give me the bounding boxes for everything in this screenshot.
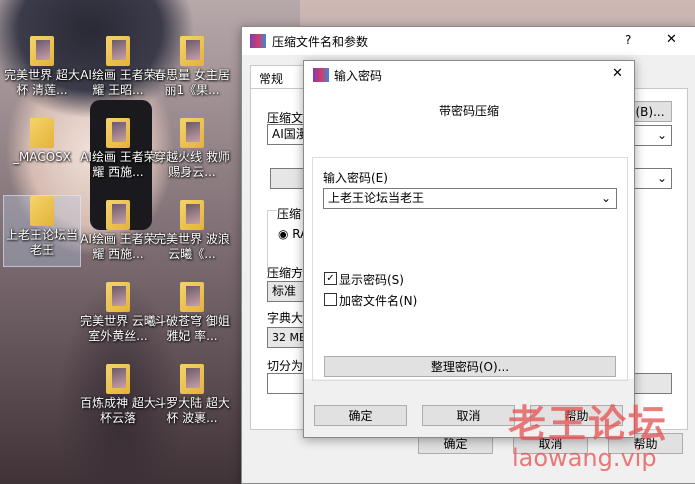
folder-icon (30, 36, 54, 66)
dictionary-label: 字典大 (267, 311, 304, 325)
desktop-icon-label: 完美世界 波浪 云曦《... (154, 232, 230, 261)
close-icon[interactable]: ✕ (612, 66, 623, 81)
archive-dialog-titlebar: 压缩文件名和参数 ? ✕ (242, 27, 695, 55)
desktop-icon-label: AI绘画 王者荣耀 西施... (80, 150, 156, 179)
desktop-icon-label: 完美世界 云曦 室外黄丝... (80, 314, 156, 343)
desktop-icon[interactable]: 斗罗大陆 超大杯 波裹... (154, 364, 230, 426)
archive-name-field[interactable]: AI国漫 (267, 124, 307, 145)
watermark-url: laowang.vip (512, 444, 657, 472)
desktop-icon-label: 完美世界 超大杯 清莲... (4, 68, 80, 97)
folder-icon (106, 118, 130, 148)
folder-icon (30, 118, 54, 148)
encrypt-names-checkbox[interactable] (324, 293, 337, 306)
chevron-down-icon[interactable]: ⌄ (601, 189, 611, 208)
method-label: 压缩方 (267, 266, 304, 280)
dictionary-dropdown[interactable]: 32 MB (267, 327, 307, 348)
desktop-icon[interactable]: 完美世界 云曦 室外黄丝... (80, 282, 156, 344)
desktop-icon-label: 春思量 女主居丽1《果... (154, 68, 230, 97)
format-label: 压缩 (277, 205, 302, 222)
password-heading: 带密码压缩 (438, 104, 499, 118)
password-dialog-titlebar: 输入密码 ✕ (304, 61, 634, 89)
folder-icon (106, 200, 130, 230)
winrar-icon (313, 68, 329, 82)
show-password-label[interactable]: 显示密码(S) (339, 271, 404, 288)
enter-password-label: 输入密码(E) (323, 171, 388, 185)
split-field[interactable] (267, 373, 307, 394)
close-icon[interactable]: ✕ (666, 32, 677, 47)
desktop-icon-selected[interactable]: 上老王论坛当老王 (3, 195, 81, 267)
password-input[interactable]: 上老王论坛当老王 ⌄ (323, 188, 617, 209)
desktop-icon-label: 斗破苍穹 御姐 雅妃 率... (154, 314, 230, 343)
desktop-icon[interactable]: 完美世界 波浪 云曦《... (154, 200, 230, 262)
desktop-icon[interactable]: AI绘画 王者荣耀 西施... (80, 200, 156, 262)
help-icon[interactable]: ? (625, 33, 631, 47)
desktop-icon-label: 百炼成神 超大杯云落 (80, 396, 156, 425)
desktop-icon-label: 斗罗大陆 超大杯 波裹... (154, 396, 230, 425)
folder-icon (180, 118, 204, 148)
folder-icon (180, 282, 204, 312)
desktop-icon-label: _MACOSX (12, 150, 71, 164)
tab-general[interactable]: 常规 (250, 65, 310, 89)
winrar-icon (250, 34, 266, 48)
desktop-icon-label: 穿越火线 救师赐身云... (154, 150, 230, 179)
desktop-icon-label: 上老王论坛当老王 (5, 228, 78, 257)
desktop-icon[interactable]: _MACOSX (4, 118, 80, 165)
password-dialog: 输入密码 ✕ 带密码压缩 输入密码(E) 上老王论坛当老王 ⌄ ✓ 显示密码(S… (303, 60, 635, 438)
password-dialog-title: 输入密码 (334, 69, 383, 83)
encrypt-names-label[interactable]: 加密文件名(N) (339, 292, 417, 309)
organize-passwords-button[interactable]: 整理密码(O)... (324, 356, 616, 377)
folder-icon (30, 196, 54, 226)
password-ok-button[interactable]: 确定 (314, 405, 407, 426)
desktop-icon[interactable]: AI绘画 王者荣耀 王昭... (80, 36, 156, 98)
folder-icon (106, 282, 130, 312)
desktop-icon[interactable]: 穿越火线 救师赐身云... (154, 118, 230, 180)
desktop-icon[interactable]: AI绘画 王者荣耀 西施... (80, 118, 156, 180)
password-cancel-button[interactable]: 取消 (422, 405, 515, 426)
desktop-icon[interactable]: 斗破苍穹 御姐 雅妃 率... (154, 282, 230, 344)
folder-icon (180, 36, 204, 66)
desktop-icon[interactable]: 春思量 女主居丽1《果... (154, 36, 230, 98)
desktop-icon-label: AI绘画 王者荣耀 西施... (80, 232, 156, 261)
folder-icon (180, 364, 204, 394)
desktop-icon[interactable]: 完美世界 超大杯 清莲... (4, 36, 80, 98)
desktop-icon-label: AI绘画 王者荣耀 王昭... (80, 68, 156, 97)
show-password-checkbox[interactable]: ✓ (324, 272, 337, 285)
folder-icon (180, 200, 204, 230)
split-label: 切分为 (267, 359, 304, 373)
folder-icon (106, 36, 130, 66)
folder-icon (106, 364, 130, 394)
archive-dialog-title: 压缩文件名和参数 (272, 35, 369, 49)
method-dropdown[interactable]: 标准 (267, 281, 307, 302)
watermark-logo: 老王论坛 (508, 402, 669, 446)
desktop-icon[interactable]: 百炼成神 超大杯云落 (80, 364, 156, 426)
